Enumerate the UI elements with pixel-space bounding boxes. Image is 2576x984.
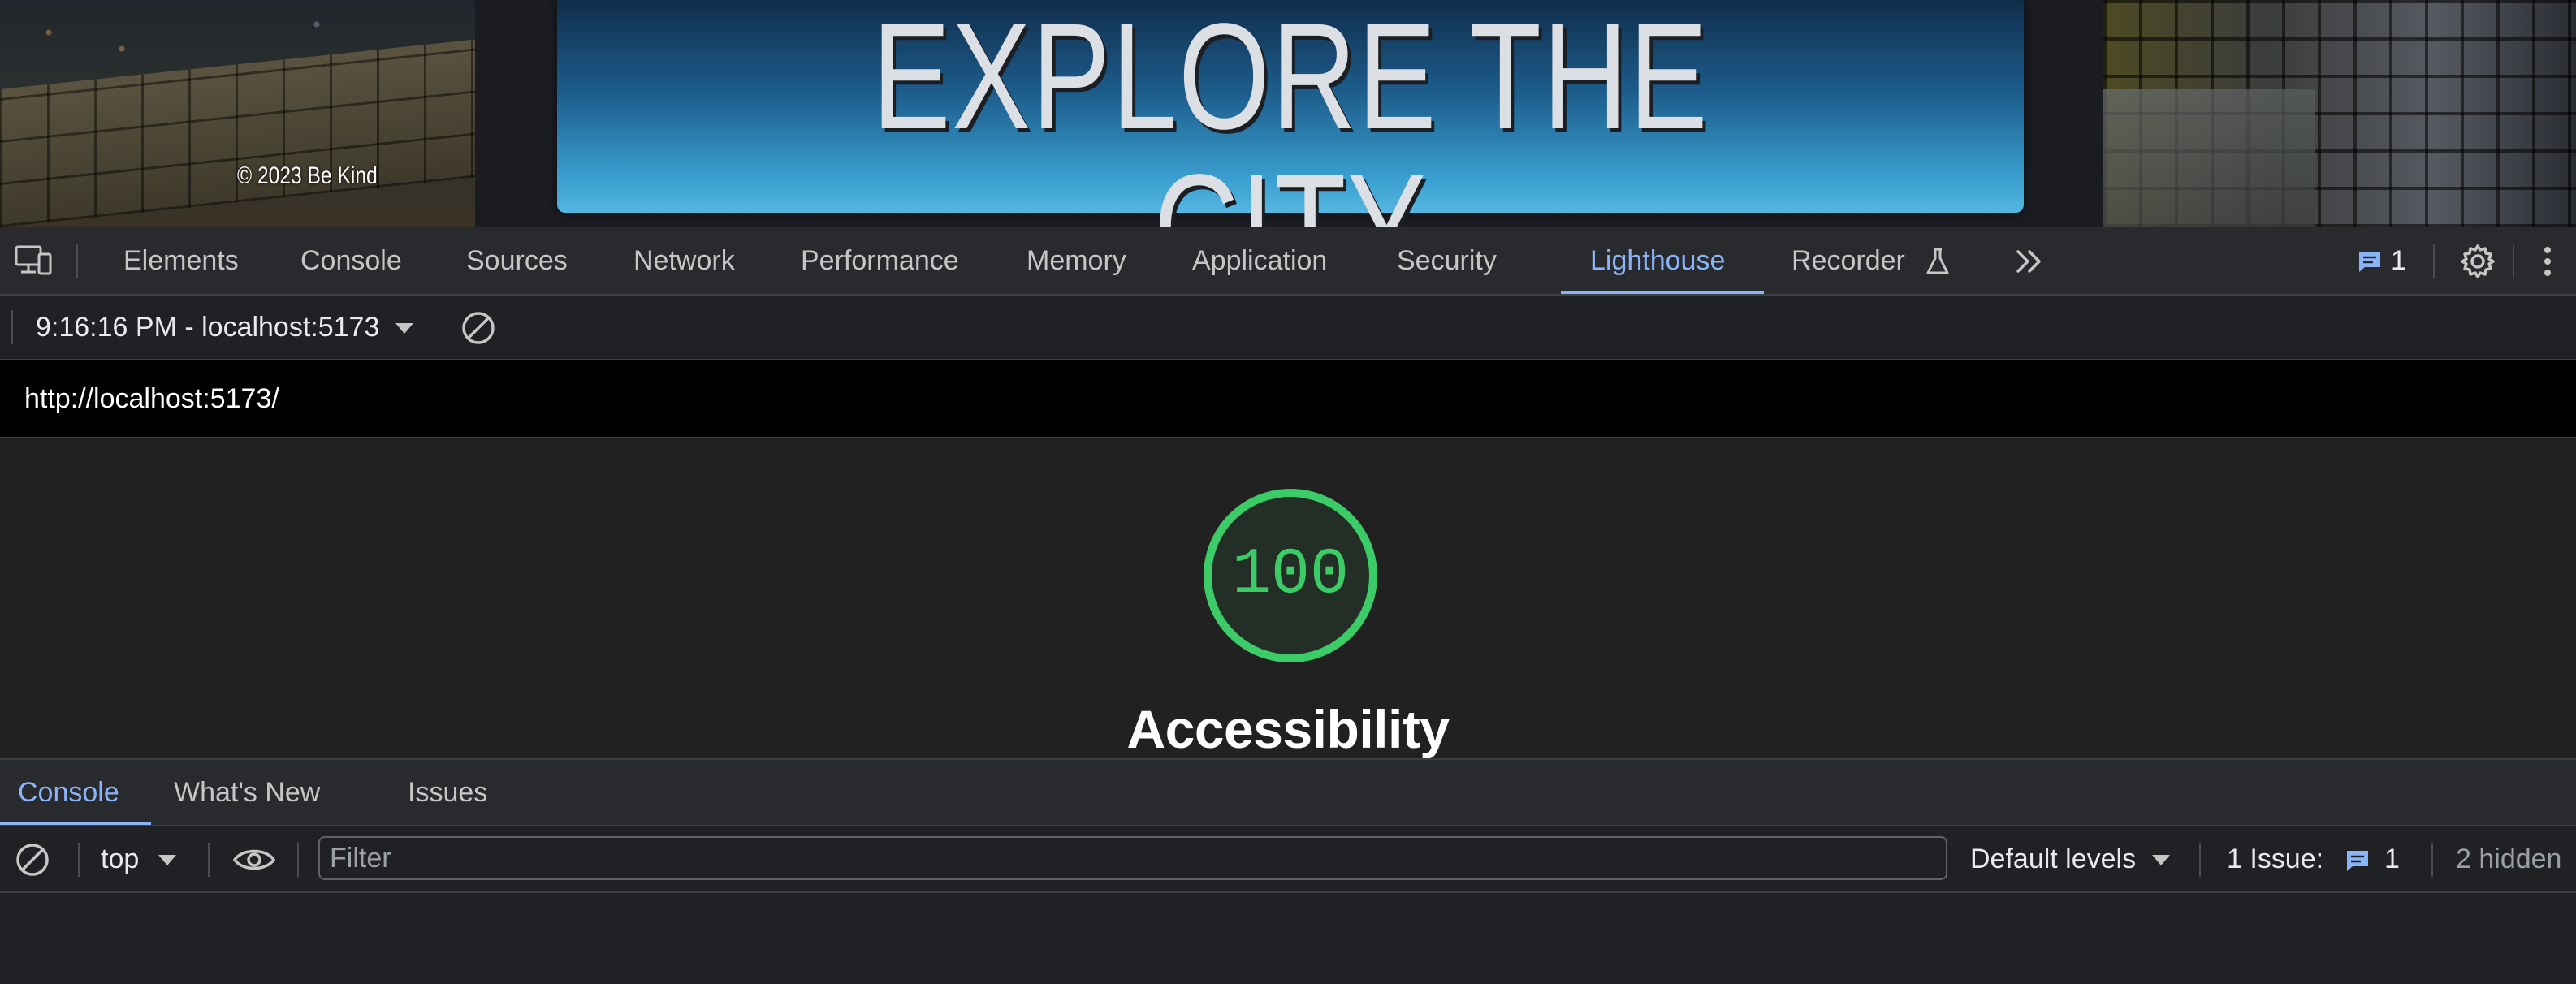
tab-security[interactable]: Security	[1397, 227, 1497, 294]
tab-network[interactable]: Network	[633, 227, 735, 294]
category-title: Accessibility	[1126, 699, 1450, 758]
dropdown-triangle-icon	[395, 323, 413, 334]
console-output[interactable]	[0, 893, 2576, 984]
console-toolbar: top Default levels 1 Issue: 1 2 hidden	[0, 826, 2576, 893]
active-tab-indicator	[1561, 291, 1764, 294]
context-label: top	[101, 844, 140, 874]
drawer-active-indicator	[0, 822, 151, 825]
tab-console[interactable]: Console	[300, 227, 402, 294]
copyright-text: © 2023 Be Kind	[237, 162, 378, 189]
issues-summary[interactable]: 1 Issue: 1	[2227, 826, 2400, 891]
toolbar-divider	[76, 244, 78, 278]
drawer-tab-console[interactable]: Console	[18, 760, 119, 825]
drawer-tabbar: Console What's New Issues	[0, 758, 2576, 826]
dropdown-triangle-icon	[2151, 855, 2170, 866]
tab-recorder[interactable]: Recorder	[1792, 227, 1905, 294]
clear-report-icon[interactable]	[458, 309, 499, 347]
toolbar-divider	[297, 843, 299, 877]
toolbar-divider	[78, 843, 80, 877]
city-photo-left	[0, 0, 475, 227]
toolbar-divider	[208, 843, 210, 877]
context-selector[interactable]: top	[101, 826, 178, 891]
tab-lighthouse[interactable]: Lighthouse	[1590, 227, 1725, 294]
tiled-ledge	[0, 39, 475, 227]
chevron-double-right-icon[interactable]	[2011, 244, 2048, 279]
dropdown-triangle-icon	[158, 855, 176, 866]
toolbar-divider	[2199, 843, 2201, 877]
report-url[interactable]: http://localhost:5173/	[24, 360, 279, 437]
report-selector-label: 9:16:16 PM - localhost:5173	[36, 312, 380, 343]
hero-title: EXPLORE THE CITY	[871, 0, 1709, 228]
hero-panel: EXPLORE THE CITY	[557, 0, 2024, 227]
filter-input[interactable]	[318, 836, 1947, 880]
log-levels-label: Default levels	[1970, 844, 2137, 874]
lighthouse-toolbar: 9:16:16 PM - localhost:5173	[0, 296, 2576, 360]
tab-sources[interactable]: Sources	[466, 227, 568, 294]
tab-application[interactable]: Application	[1192, 227, 1327, 294]
gear-icon[interactable]	[2457, 242, 2498, 281]
vertical-dots-icon[interactable]	[2532, 242, 2563, 281]
report-selector[interactable]: 9:16:16 PM - localhost:5173	[36, 296, 415, 359]
issues-count[interactable]: 1	[2391, 227, 2406, 294]
page-banner: © 2023 Be Kind EXPLORE THE CITY	[0, 0, 2576, 227]
message-icon	[2346, 851, 2368, 872]
device-toggle-icon[interactable]	[13, 242, 55, 279]
drawer-tab-issues[interactable]: Issues	[408, 760, 487, 825]
flask-icon	[1923, 245, 1952, 278]
score-value: 100	[1231, 538, 1350, 612]
log-levels-dropdown[interactable]: Default levels	[1970, 826, 2172, 891]
devtools-tabbar: Elements Console Sources Network Perform…	[0, 227, 2576, 296]
tab-performance[interactable]: Performance	[801, 227, 959, 294]
toolbar-divider	[2431, 843, 2433, 877]
issues-summary-count: 1	[2384, 844, 2400, 874]
score-gauge[interactable]: 100	[1204, 489, 1377, 662]
toolbar-divider	[2513, 244, 2514, 278]
toolbar-divider	[11, 310, 13, 344]
drawer-tab-whats-new[interactable]: What's New	[174, 760, 320, 825]
tab-elements[interactable]: Elements	[123, 227, 239, 294]
message-icon[interactable]	[2355, 245, 2384, 278]
toolbar-divider	[2433, 244, 2435, 278]
issues-summary-label: 1 Issue:	[2227, 844, 2324, 874]
report-url-bar: http://localhost:5173/	[0, 360, 2576, 438]
city-photo-right	[2103, 0, 2576, 227]
hidden-messages-count: 2 hidden	[2456, 844, 2562, 874]
tiled-floor	[2103, 89, 2315, 227]
eye-icon[interactable]	[231, 843, 278, 877]
lighthouse-report: 100 Accessibility	[0, 438, 2576, 758]
clear-console-icon[interactable]	[13, 841, 52, 878]
tab-memory[interactable]: Memory	[1027, 227, 1126, 294]
